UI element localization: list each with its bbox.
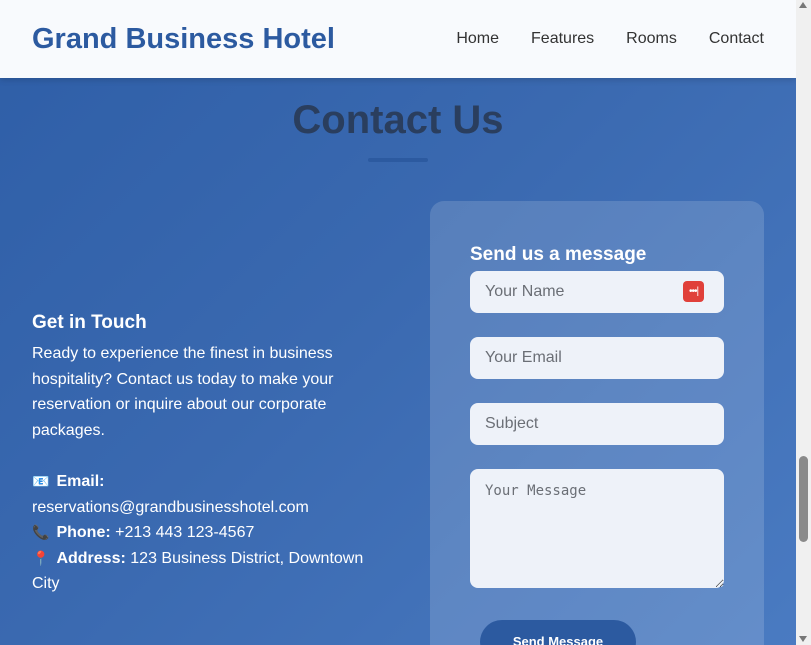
nav-link-home[interactable]: Home	[456, 30, 499, 48]
main-nav: Home Features Rooms Contact	[456, 30, 764, 48]
info-body: Ready to experience the finest in busine…	[32, 345, 334, 439]
contact-info: Get in Touch Ready to experience the fin…	[32, 312, 382, 597]
password-manager-icon[interactable]: •••|	[683, 281, 704, 302]
phone-label: Phone:	[56, 524, 111, 541]
site-brand[interactable]: Grand Business Hotel	[32, 23, 335, 56]
email-icon: 📧	[32, 473, 50, 489]
navbar: Grand Business Hotel Home Features Rooms…	[0, 0, 796, 78]
phone-line: 📞 Phone: +213 443 123-4567	[32, 520, 382, 546]
email-line: 📧 Email: reservations@grandbusinesshotel…	[32, 469, 382, 520]
email-label: Email:	[56, 473, 105, 490]
subject-input[interactable]	[470, 403, 724, 445]
form-title: Send us a message	[470, 244, 647, 265]
scroll-up-arrow-icon[interactable]	[799, 2, 807, 8]
address-label: Address:	[56, 549, 126, 567]
address-line: 📍 Address: 123 Business District, Downto…	[32, 546, 382, 597]
section-title: Contact Us	[292, 98, 504, 142]
scroll-down-arrow-icon[interactable]	[799, 636, 807, 642]
nav-link-rooms[interactable]: Rooms	[626, 30, 677, 48]
email-value: reservations@grandbusinesshotel.com	[32, 498, 309, 516]
email-input[interactable]	[470, 337, 724, 379]
nav-link-features[interactable]: Features	[531, 30, 594, 48]
vertical-scrollbar[interactable]	[796, 0, 811, 645]
title-underline	[368, 158, 428, 162]
send-message-button[interactable]: Send Message	[480, 620, 636, 645]
info-heading: Get in Touch	[32, 312, 147, 333]
message-textarea[interactable]	[470, 469, 724, 588]
phone-value: +213 443 123-4567	[115, 524, 255, 541]
scrollbar-thumb[interactable]	[799, 456, 808, 542]
phone-icon: 📞	[32, 524, 50, 540]
nav-link-contact[interactable]: Contact	[709, 30, 764, 48]
pin-icon: 📍	[32, 549, 50, 566]
